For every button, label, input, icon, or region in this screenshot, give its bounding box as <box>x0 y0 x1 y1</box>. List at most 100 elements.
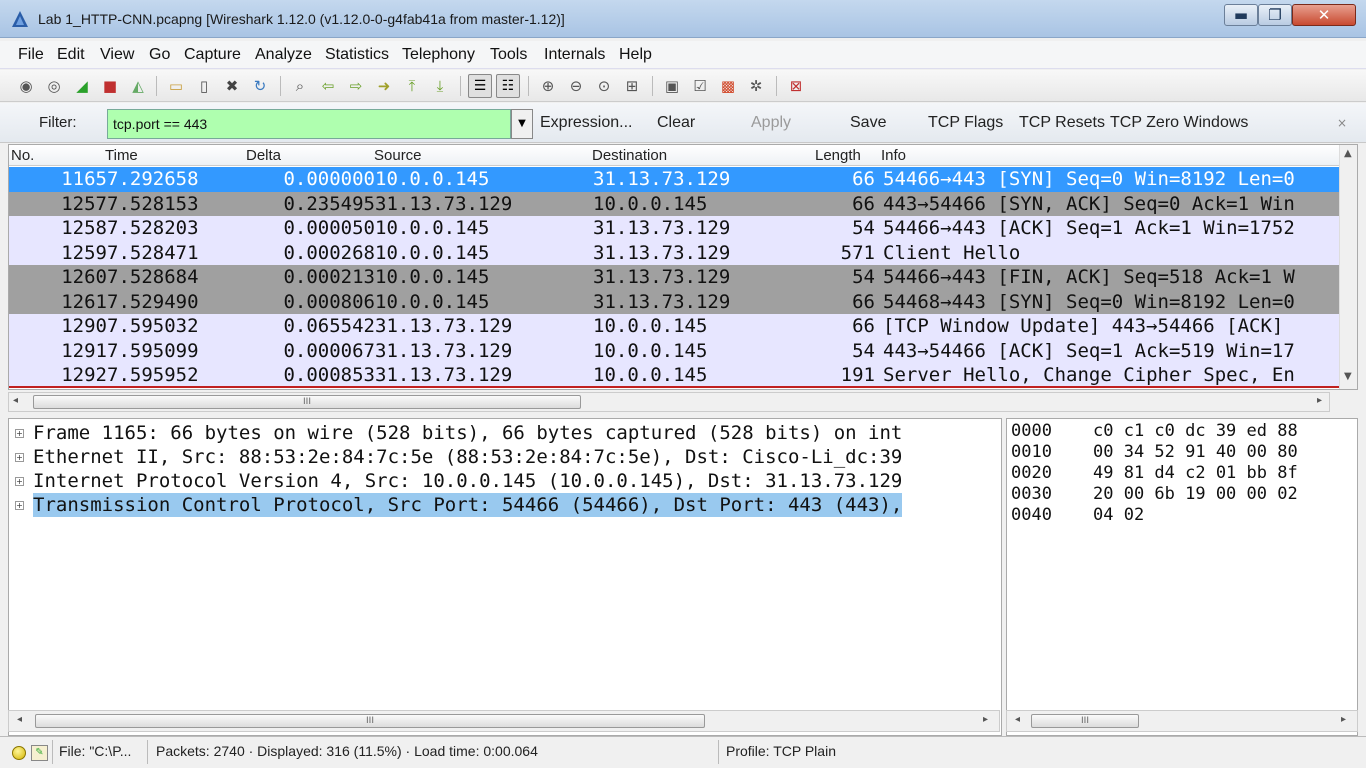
packet-row[interactable]: 1165 7.292658 0.000000 10.0.0.145 31.13.73.1… <box>9 167 1339 192</box>
menu-capture[interactable]: Capture <box>184 46 241 64</box>
last-packet-icon[interactable]: ⤓ <box>430 76 450 96</box>
restart-capture-icon[interactable]: ◭ <box>128 76 148 96</box>
apply-filter-button[interactable]: Apply <box>751 114 791 132</box>
tcp-zero-windows-filter-button[interactable]: TCP Zero Windows <box>1110 114 1248 132</box>
detail-row-tcp[interactable]: + Transmission Control Protocol, Src Por… <box>9 493 1001 517</box>
scrollbar-thumb[interactable]: III <box>35 714 705 728</box>
detail-row-ipv4[interactable]: + Internet Protocol Version 4, Src: 10.0… <box>9 469 1001 493</box>
column-header-source[interactable]: Source <box>374 147 422 164</box>
clear-filter-button[interactable]: Clear <box>657 114 695 132</box>
scroll-right-icon[interactable]: ▸ <box>1317 395 1322 406</box>
details-horizontal-scrollbar[interactable]: ◂ III ▸ <box>8 710 1000 732</box>
normal-size-icon[interactable]: ⊙ <box>594 76 614 96</box>
zoom-in-icon[interactable]: ⊕ <box>538 76 558 96</box>
menu-view[interactable]: View <box>100 46 134 64</box>
tcp-resets-filter-button[interactable]: TCP Resets <box>1019 114 1105 132</box>
find-packet-icon[interactable]: ⌕ <box>290 76 310 96</box>
filter-label[interactable]: Filter: <box>39 114 77 131</box>
packet-row[interactable]: 1292 7.595952 0.000853 31.13.73.129 10.0.0.1… <box>9 363 1339 388</box>
expand-icon[interactable]: + <box>15 453 24 462</box>
open-file-icon[interactable]: ▭ <box>166 76 186 96</box>
scroll-left-icon[interactable]: ◂ <box>13 395 18 406</box>
menu-statistics[interactable]: Statistics <box>325 46 389 64</box>
detail-row-ethernet[interactable]: + Ethernet II, Src: 88:53:2e:84:7c:5e (8… <box>9 445 1001 469</box>
autoscroll-toggle-icon[interactable]: ☷ <box>496 74 520 98</box>
bytes-offset: 0010 <box>1011 442 1052 462</box>
help-icon[interactable]: ⊠ <box>786 76 806 96</box>
expand-icon[interactable]: + <box>15 429 24 438</box>
minimize-button[interactable]: ▬ <box>1224 4 1258 26</box>
cell-length: 54 <box>852 266 875 288</box>
go-back-icon[interactable]: ⇦ <box>318 76 338 96</box>
menu-internals[interactable]: Internals <box>544 46 605 64</box>
scrollbar-thumb[interactable]: III <box>1031 714 1139 728</box>
menu-analyze[interactable]: Analyze <box>255 46 312 64</box>
tcp-flags-filter-button[interactable]: TCP Flags <box>928 114 1003 132</box>
menu-edit[interactable]: Edit <box>57 46 85 64</box>
column-header-info[interactable]: Info <box>881 147 906 164</box>
scroll-left-icon[interactable]: ◂ <box>1015 714 1020 725</box>
save-filter-button[interactable]: Save <box>850 114 886 132</box>
resize-columns-icon[interactable]: ⊞ <box>622 76 642 96</box>
column-header-length[interactable]: Length <box>815 147 861 164</box>
scroll-right-icon[interactable]: ▸ <box>1341 714 1346 725</box>
expand-icon[interactable]: + <box>15 501 24 510</box>
reload-icon[interactable]: ↻ <box>250 76 270 96</box>
packet-row[interactable]: 1291 7.595099 0.000067 31.13.73.129 10.0.0.1… <box>9 338 1339 363</box>
detail-row-frame[interactable]: + Frame 1165: 66 bytes on wire (528 bits… <box>9 421 1001 445</box>
bytes-hex: 49 81 d4 c2 01 bb 8f <box>1093 463 1298 483</box>
go-to-packet-icon[interactable]: ➜ <box>374 76 394 96</box>
packet-list-vertical-scrollbar[interactable]: ▲ ▼ <box>1339 145 1357 389</box>
colorize-toggle-icon[interactable]: ☰ <box>468 74 492 98</box>
scroll-right-icon[interactable]: ▸ <box>983 714 988 725</box>
zoom-out-icon[interactable]: ⊖ <box>566 76 586 96</box>
scrollbar-thumb[interactable]: III <box>33 395 581 409</box>
cell-info: 54466→443 [FIN, ACK] Seq=518 Ack=1 W <box>883 266 1295 288</box>
packet-row[interactable]: 1257 7.528153 0.235495 31.13.73.129 10.0.0.1… <box>9 191 1339 216</box>
coloring-rules-icon[interactable]: ▩ <box>718 76 738 96</box>
first-packet-icon[interactable]: ⤒ <box>402 76 422 96</box>
menu-file[interactable]: File <box>18 46 44 64</box>
menu-tools[interactable]: Tools <box>490 46 527 64</box>
capture-filters-icon[interactable]: ▣ <box>662 76 682 96</box>
cell-info: Server Hello, Change Cipher Spec, En <box>883 364 1295 386</box>
packet-row[interactable]: 1260 7.528684 0.000213 10.0.0.145 31.13.73.1… <box>9 265 1339 290</box>
column-header-delta[interactable]: Delta <box>246 147 281 164</box>
column-header-no[interactable]: No. <box>11 147 34 164</box>
expert-info-led-icon[interactable] <box>12 746 26 760</box>
packet-row[interactable]: 1290 7.595032 0.065542 31.13.73.129 10.0.0.1… <box>9 314 1339 339</box>
packet-row[interactable]: 1258 7.528203 0.000050 10.0.0.145 31.13.73.1… <box>9 216 1339 241</box>
close-button[interactable]: ✕ <box>1292 4 1356 26</box>
capture-options-icon[interactable]: ◎ <box>44 76 64 96</box>
maximize-button[interactable]: ❐ <box>1258 4 1292 26</box>
close-file-icon[interactable]: ✖ <box>222 76 242 96</box>
menu-help[interactable]: Help <box>619 46 652 64</box>
capture-comment-icon[interactable]: ✎ <box>31 745 48 761</box>
column-header-time[interactable]: Time <box>105 147 138 164</box>
close-filter-toolbar-icon[interactable]: × <box>1337 116 1347 130</box>
packet-row[interactable]: 1261 7.529490 0.000806 10.0.0.145 31.13.73.1… <box>9 289 1339 314</box>
stop-capture-icon[interactable]: ■ <box>100 76 120 96</box>
scroll-left-icon[interactable]: ◂ <box>17 714 22 725</box>
interfaces-icon[interactable]: ◉ <box>16 76 36 96</box>
cell-length: 54 <box>852 339 875 362</box>
scroll-up-icon[interactable]: ▲ <box>1344 148 1352 159</box>
preferences-icon[interactable]: ✲ <box>746 76 766 96</box>
expand-icon[interactable]: + <box>15 477 24 486</box>
expression-button[interactable]: Expression... <box>540 114 632 132</box>
start-capture-icon[interactable]: ◢ <box>72 76 92 96</box>
display-filters-icon[interactable]: ☑ <box>690 76 710 96</box>
scroll-down-icon[interactable]: ▼ <box>1344 371 1352 382</box>
menu-telephony[interactable]: Telephony <box>402 46 475 64</box>
save-file-icon[interactable]: ▯ <box>194 76 214 96</box>
packet-list-horizontal-scrollbar[interactable]: ◂ III ▸ <box>8 392 1330 412</box>
column-header-destination[interactable]: Destination <box>592 147 667 164</box>
display-filter-input[interactable]: tcp.port == 443 <box>107 109 511 139</box>
menu-go[interactable]: Go <box>149 46 170 64</box>
packet-row[interactable]: 1259 7.528471 0.000268 10.0.0.145 31.13.73.1… <box>9 240 1339 265</box>
status-profile[interactable]: Profile: TCP Plain <box>726 743 836 759</box>
go-forward-icon[interactable]: ⇨ <box>346 76 366 96</box>
bytes-horizontal-scrollbar[interactable]: ◂ III ▸ <box>1006 710 1358 732</box>
filter-dropdown-button[interactable]: ▼ <box>511 109 533 139</box>
packet-list-bottom-marker <box>9 386 1339 388</box>
